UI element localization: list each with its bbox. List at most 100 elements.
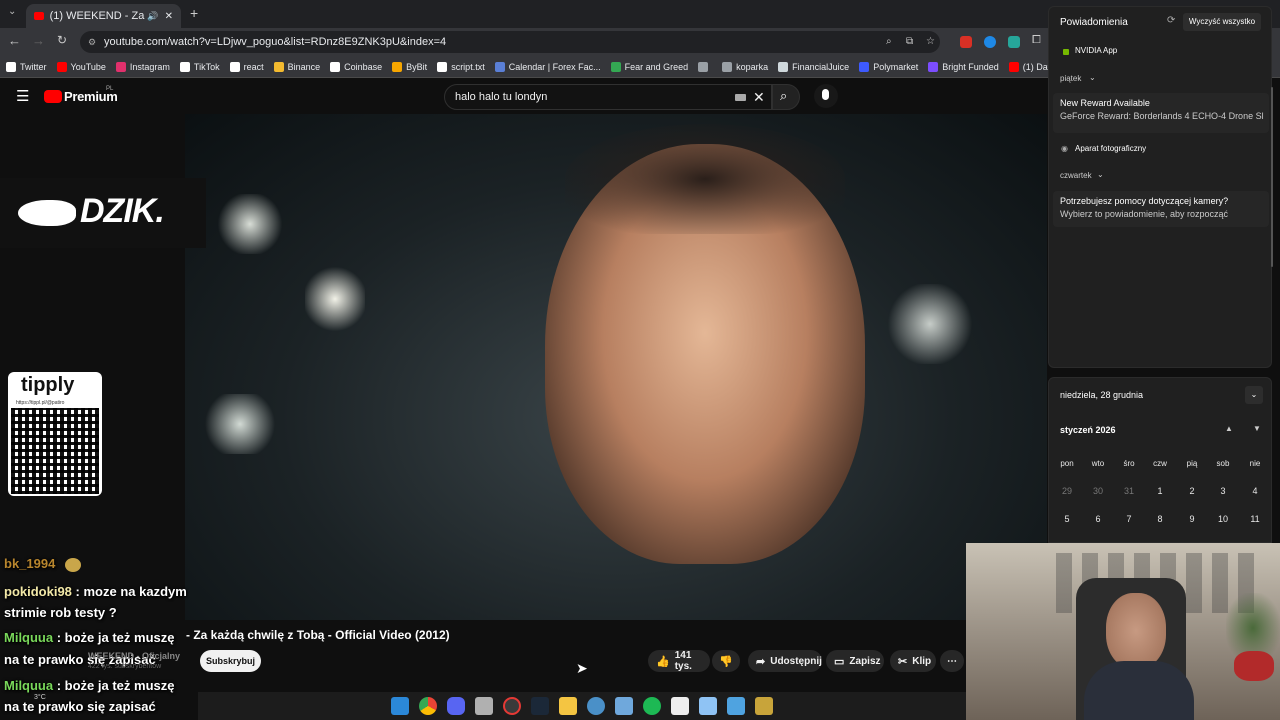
chat-line: pokidoki98 : moze na kazdym — [4, 584, 187, 599]
calendar-day[interactable]: 2 — [1178, 486, 1206, 496]
dzik-logo-overlay: DZIK. — [0, 178, 206, 248]
notification-camera-help[interactable]: Potrzebujesz pomocy dotyczącej kamery? W… — [1053, 191, 1269, 227]
group-czwartek[interactable]: czwartek — [1060, 171, 1092, 180]
clip-button[interactable]: ✂ Klip — [890, 650, 936, 672]
site-info-icon[interactable]: ⚙ — [88, 31, 96, 53]
bookmark-item[interactable]: koparka — [722, 61, 768, 72]
dislike-button[interactable]: 👎 — [712, 650, 740, 672]
scrollbar[interactable] — [1271, 87, 1273, 267]
close-tab-icon[interactable]: ✕ — [165, 11, 173, 22]
steam-icon[interactable] — [531, 697, 549, 715]
subscribe-button[interactable]: Subskrybuj — [200, 650, 261, 672]
share-button[interactable]: ➦ Udostępnij — [748, 650, 822, 672]
reload-icon[interactable]: ↻ — [57, 33, 67, 47]
calendar-day[interactable]: 6 — [1084, 514, 1112, 524]
previous-month-icon[interactable]: ▲ — [1225, 424, 1233, 433]
bookmark-item[interactable]: Instagram — [115, 61, 170, 72]
calendar-day[interactable]: 9 — [1178, 514, 1206, 524]
forward-icon[interactable]: → — [32, 33, 45, 48]
do-not-disturb-icon[interactable]: ⟳ — [1167, 15, 1175, 26]
calendar-day[interactable]: 31 — [1115, 486, 1143, 496]
bookmark-item[interactable]: ByBit — [392, 61, 427, 72]
calendar-day[interactable]: 7 — [1115, 514, 1143, 524]
save-button[interactable]: ▭ Zapisz — [826, 650, 884, 672]
keyboard-icon[interactable] — [735, 94, 746, 101]
next-month-icon[interactable]: ▼ — [1253, 424, 1261, 433]
speaker-icon[interactable]: 🔊 — [147, 11, 158, 22]
notepad-icon[interactable] — [699, 697, 717, 715]
notification-body: Wybierz to powiadomienie, aby rozpocząć — [1060, 209, 1228, 219]
calendar-weekday: pią — [1186, 459, 1198, 468]
youtube-logo-icon[interactable] — [44, 90, 62, 103]
notification-nvidia-reward[interactable]: New Reward Available GeForce Reward: Bor… — [1053, 93, 1269, 133]
extension-icon[interactable] — [1008, 36, 1020, 48]
calendar-day[interactable]: 29 — [1053, 486, 1081, 496]
search-icon: ⌕ — [780, 88, 788, 103]
app-icon[interactable] — [475, 697, 493, 715]
chevron-down-icon[interactable]: ⌄ — [1097, 170, 1104, 179]
calendar-month[interactable]: styczeń 2026 — [1060, 425, 1116, 435]
app-icon[interactable] — [671, 697, 689, 715]
calendar-day[interactable]: 10 — [1209, 514, 1237, 524]
photos-icon[interactable] — [727, 697, 745, 715]
zoom-icon[interactable]: ⌕ — [886, 31, 892, 53]
video-player[interactable] — [185, 114, 1047, 620]
extensions-puzzle-icon[interactable]: ⧠ — [1032, 34, 1041, 47]
bookmark-item[interactable]: Binance — [273, 61, 320, 72]
bookmark-item[interactable]: Twitter — [6, 61, 47, 72]
calendar-day[interactable]: 4 — [1241, 486, 1269, 496]
calendar-day[interactable]: 1 — [1146, 486, 1174, 496]
group-piatek[interactable]: piątek — [1060, 74, 1081, 83]
ccleaner-icon[interactable] — [587, 697, 605, 715]
bookmark-item[interactable]: Polymarket — [859, 61, 918, 72]
search-button[interactable]: ⌕ — [772, 84, 800, 110]
like-button[interactable]: 👍 141 tys. — [648, 650, 710, 672]
file-explorer-icon[interactable] — [559, 697, 577, 715]
app-icon[interactable] — [503, 697, 521, 715]
app-icon[interactable] — [615, 697, 633, 715]
bookmark-item[interactable]: Fear and Greed — [610, 61, 688, 72]
bookmark-item[interactable]: Coinbase — [330, 61, 382, 72]
tab-list-icon[interactable]: ⌄ — [8, 6, 16, 17]
calendar-weekday: sob — [1216, 459, 1230, 468]
chrome-icon[interactable] — [419, 697, 437, 715]
tab-youtube[interactable]: (1) WEEKEND - Za każdą ch 🔊 ✕ — [26, 4, 181, 28]
more-actions-button[interactable]: ⋯ — [940, 650, 964, 672]
bookmark-item[interactable]: script.txt — [437, 61, 485, 72]
bookmark-item[interactable]: TikTok — [179, 61, 220, 72]
bookmark-item[interactable] — [698, 61, 712, 72]
bookmark-item[interactable]: Calendar | Forex Fac... — [494, 61, 601, 72]
back-icon[interactable]: ← — [8, 33, 21, 48]
extension-icon[interactable] — [960, 36, 972, 48]
install-icon[interactable]: ⧉ — [906, 31, 913, 53]
clear-all-button[interactable]: Wyczyść wszystko — [1183, 13, 1261, 31]
windows-start-icon[interactable] — [391, 697, 409, 715]
calendar-day[interactable]: 30 — [1084, 486, 1112, 496]
chevron-down-icon[interactable]: ⌄ — [1089, 73, 1096, 82]
url-field[interactable]: ⚙ youtube.com/watch?v=LDjwv_poguo&list=R… — [80, 31, 940, 53]
calendar-day[interactable]: 11 — [1241, 514, 1269, 524]
bookmark-item[interactable]: FinancialJuice — [778, 61, 849, 72]
video-person-hair — [565, 124, 845, 234]
clear-search-icon[interactable]: ✕ — [753, 85, 765, 109]
voice-search-button[interactable] — [814, 84, 838, 108]
new-tab-icon[interactable]: + — [190, 5, 198, 21]
save-icon: ▭ — [834, 655, 845, 668]
notifications-title: Powiadomienia — [1060, 17, 1128, 28]
app-icon[interactable] — [755, 697, 773, 715]
discord-icon[interactable] — [447, 697, 465, 715]
channel-name[interactable]: WEEKEND - Oficjalny — [88, 651, 180, 661]
bookmark-item[interactable]: YouTube — [56, 61, 106, 72]
thumbs-up-icon: 👍 — [656, 655, 670, 668]
search-input[interactable]: halo halo tu londyn ✕ — [444, 84, 772, 110]
calendar-day[interactable]: 3 — [1209, 486, 1237, 496]
bookmark-star-icon[interactable]: ☆ — [926, 31, 935, 53]
extension-icon[interactable] — [984, 36, 996, 48]
calendar-day[interactable]: 8 — [1146, 514, 1174, 524]
bookmark-item[interactable]: react — [229, 61, 264, 72]
calendar-day[interactable]: 5 — [1053, 514, 1081, 524]
spotify-icon[interactable] — [643, 697, 661, 715]
bookmark-item[interactable]: Bright Funded — [928, 61, 999, 72]
menu-icon[interactable]: ☰ — [16, 87, 29, 105]
collapse-calendar-button[interactable]: ⌄ — [1245, 386, 1263, 404]
